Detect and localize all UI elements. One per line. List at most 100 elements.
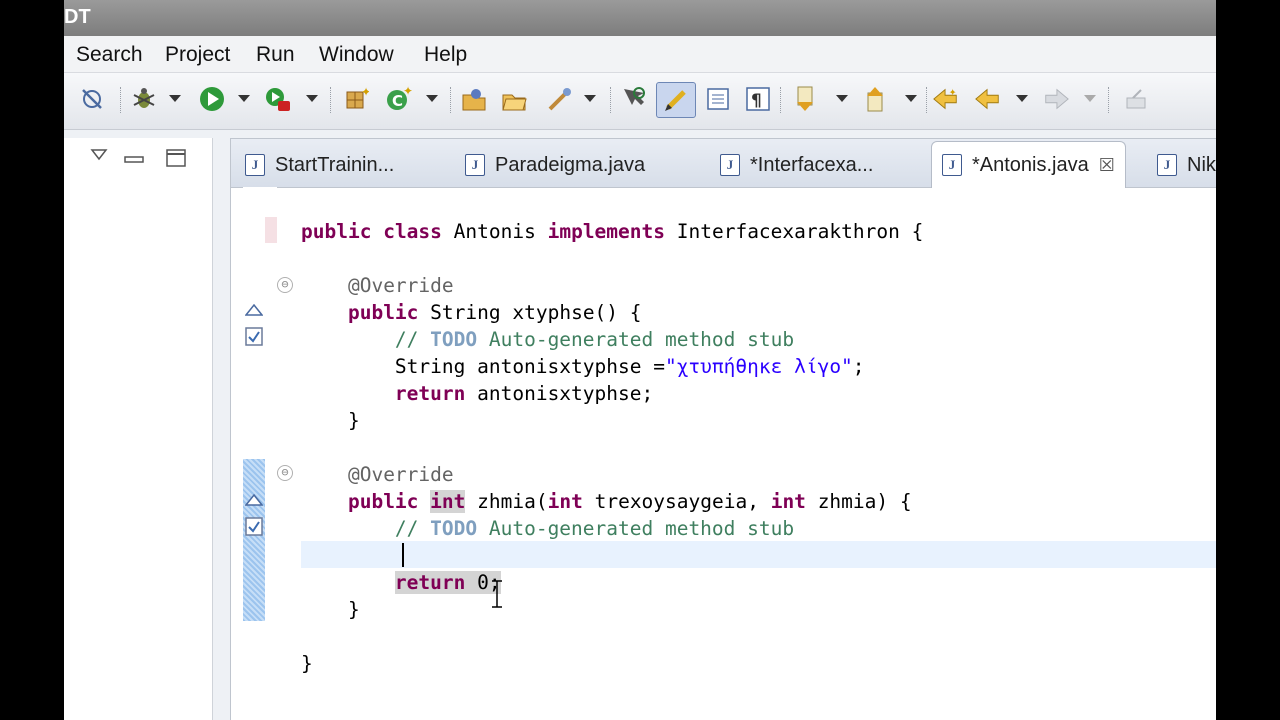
tab-paradeigma[interactable]: J Paradeigma.java bbox=[465, 149, 645, 181]
next-annotation-icon[interactable] bbox=[620, 85, 648, 113]
new-class-icon[interactable]: C ✦ bbox=[384, 85, 412, 113]
run-dropdown[interactable] bbox=[238, 95, 250, 102]
comment: // bbox=[394, 517, 431, 540]
code-line-override-1: @Override bbox=[301, 272, 454, 299]
keyword: int bbox=[770, 490, 806, 513]
return-value: 0 bbox=[477, 571, 489, 594]
keyword: int bbox=[547, 490, 583, 513]
toolbar-separator bbox=[780, 87, 783, 113]
java-editor: J StartTrainin... J Paradeigma.java J *I… bbox=[230, 138, 1216, 720]
method-name: zhmia( bbox=[477, 490, 548, 513]
collapse-icon[interactable]: ⊖ bbox=[277, 465, 293, 481]
code-line-method2-sig: public int zhmia(int trexoysaygeia, int … bbox=[301, 488, 912, 515]
pin-editor-icon[interactable] bbox=[1122, 85, 1150, 113]
menu-search[interactable]: Search bbox=[76, 43, 143, 67]
brace: } bbox=[347, 409, 360, 432]
toolbar-separator bbox=[120, 87, 123, 113]
parameter: zhmia) { bbox=[817, 490, 912, 513]
toolbar-separator bbox=[330, 87, 333, 113]
menu-bar: Search Project Run Window Help bbox=[64, 36, 1216, 73]
debug-icon[interactable] bbox=[130, 85, 158, 113]
title-bar: DT bbox=[64, 0, 1216, 36]
minimize-icon[interactable] bbox=[124, 152, 144, 170]
menu-help[interactable]: Help bbox=[424, 43, 467, 67]
comment: Auto-generated method stub bbox=[477, 517, 795, 540]
toolbar-separator bbox=[1108, 87, 1111, 113]
tab-label: Paradeigma.java bbox=[495, 153, 646, 176]
new-class-dropdown[interactable] bbox=[426, 95, 438, 102]
java-file-icon: J bbox=[942, 154, 962, 176]
tab-interfacexarakthron[interactable]: J *Interfacexa... bbox=[720, 149, 873, 181]
class-name: Antonis bbox=[453, 220, 536, 243]
brace: } bbox=[301, 652, 313, 675]
debug-dropdown[interactable] bbox=[169, 95, 181, 102]
editor-tab-bar: J StartTrainin... J Paradeigma.java J *I… bbox=[231, 139, 1216, 188]
last-edit-icon[interactable]: ✦ bbox=[932, 85, 960, 113]
forward-dropdown[interactable] bbox=[1084, 95, 1096, 102]
back-icon[interactable] bbox=[974, 85, 1002, 113]
keyword: implements bbox=[547, 220, 665, 243]
tab-nik[interactable]: J Nik bbox=[1157, 149, 1216, 181]
comment: Auto-generated method stub bbox=[477, 328, 795, 351]
menu-run[interactable]: Run bbox=[256, 43, 295, 67]
new-package-icon[interactable]: ✦ bbox=[342, 85, 370, 113]
code-line-method1-sig: public String xtyphse() { bbox=[301, 299, 642, 326]
keyword-highlighted: return bbox=[394, 571, 466, 594]
show-whitespace-icon[interactable]: ¶ bbox=[744, 85, 772, 113]
tab-starttraining[interactable]: J StartTrainin... bbox=[245, 149, 394, 181]
menu-window[interactable]: Window bbox=[319, 43, 394, 67]
toolbar-separator bbox=[450, 87, 453, 113]
code-line-todo-1: // TODO Auto-generated method stub bbox=[301, 326, 794, 353]
next-annotation-down-icon[interactable] bbox=[792, 85, 820, 113]
keyword: public bbox=[301, 220, 372, 243]
annotation: @Override bbox=[347, 274, 454, 297]
java-file-icon: J bbox=[245, 154, 265, 176]
run-icon[interactable] bbox=[198, 85, 226, 113]
search-dropdown[interactable] bbox=[584, 95, 596, 102]
view-menu-icon[interactable] bbox=[90, 148, 108, 167]
keyword: public bbox=[347, 301, 419, 324]
svg-text:¶: ¶ bbox=[751, 91, 762, 111]
block-selection-icon[interactable] bbox=[704, 85, 732, 113]
svg-text:C: C bbox=[392, 92, 403, 110]
prev-annotation-up-icon[interactable] bbox=[862, 85, 890, 113]
maximize-icon[interactable] bbox=[166, 148, 186, 173]
java-file-icon: J bbox=[1157, 154, 1177, 176]
next-annotation-dropdown[interactable] bbox=[836, 95, 848, 102]
method-signature: xtyphse() { bbox=[512, 301, 642, 324]
run-external-icon[interactable] bbox=[264, 85, 292, 113]
code-line-close-1: } bbox=[301, 407, 360, 434]
code-area[interactable]: ⊖ ⊖ public class Antonis implements Inte… bbox=[231, 187, 1216, 720]
svg-text:✦: ✦ bbox=[949, 87, 957, 97]
open-type-icon[interactable] bbox=[460, 85, 488, 113]
skip-breakpoints-icon[interactable] bbox=[78, 85, 106, 113]
collapse-icon[interactable]: ⊖ bbox=[277, 277, 293, 293]
menu-project[interactable]: Project bbox=[165, 43, 230, 67]
keyword-highlighted: int bbox=[430, 490, 466, 513]
open-task-icon[interactable] bbox=[500, 85, 528, 113]
code-line-class-decl: public class Antonis implements Interfac… bbox=[301, 218, 923, 245]
todo-tag: TODO bbox=[430, 517, 478, 540]
toolbar-separator bbox=[926, 87, 929, 113]
todo-tag: TODO bbox=[430, 328, 478, 351]
string-literal: "χτυπήθηκε λίγο" bbox=[664, 355, 853, 378]
search-icon[interactable] bbox=[546, 85, 574, 113]
run-external-dropdown[interactable] bbox=[306, 95, 318, 102]
parameter: trexoysaygeia, bbox=[594, 490, 771, 513]
code-line-close-class: } bbox=[301, 650, 313, 677]
back-dropdown[interactable] bbox=[1016, 95, 1028, 102]
letterbox-right bbox=[1216, 0, 1280, 720]
java-file-icon: J bbox=[465, 154, 485, 176]
forward-icon[interactable] bbox=[1042, 85, 1070, 113]
tab-label: *Antonis.java bbox=[972, 153, 1089, 176]
code-line-return-2: return 0; bbox=[301, 569, 501, 596]
tab-label: StartTrainin... bbox=[275, 153, 395, 176]
tab-antonis[interactable]: J *Antonis.java ☒ bbox=[931, 141, 1126, 188]
eclipse-window: DT Search Project Run Window Help ✦ C✦ bbox=[64, 0, 1216, 720]
brace: } bbox=[347, 598, 360, 621]
mark-occurrences-icon[interactable] bbox=[656, 82, 696, 118]
prev-annotation-dropdown[interactable] bbox=[905, 95, 917, 102]
close-tab-icon[interactable]: ☒ bbox=[1099, 155, 1115, 176]
keyword: class bbox=[383, 220, 442, 243]
window-title: DT bbox=[64, 6, 91, 28]
